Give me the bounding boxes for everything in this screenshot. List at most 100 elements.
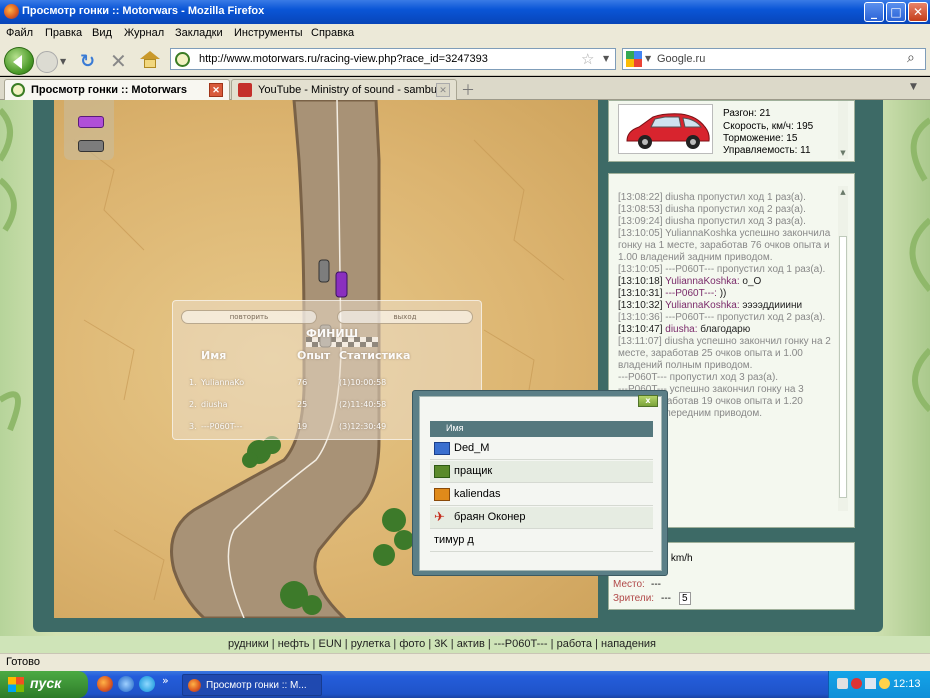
car-purple-icon[interactable] <box>78 116 104 128</box>
window-title-bar[interactable]: Просмотр гонки :: Motorwars - Mozilla Fi… <box>0 0 930 24</box>
footer-separator: | <box>341 638 351 650</box>
network-tray-icon[interactable] <box>837 678 848 689</box>
chat-message: [13:10:31] ---P060T---: )) <box>618 288 836 300</box>
spectator-name[interactable]: пращик <box>454 465 492 477</box>
scroll-up-icon[interactable]: ▲ <box>838 188 848 196</box>
url-dropdown-icon[interactable]: ▼ <box>603 54 609 63</box>
update-tray-icon[interactable] <box>879 678 890 689</box>
tab-motorwars[interactable]: Просмотр гонки :: Motorwars ✕ <box>4 79 230 100</box>
result-exp: 19 <box>297 422 308 431</box>
chat-time: [13:08:22] <box>618 192 663 203</box>
car-info-scrollbar[interactable]: ▼ <box>838 101 848 159</box>
back-icon[interactable] <box>4 47 34 75</box>
chat-scroll-thumb[interactable] <box>839 236 847 498</box>
chat-nick[interactable]: YuliannaKoshka: <box>665 300 740 311</box>
forward-icon[interactable] <box>36 51 58 73</box>
user-badge-icon <box>434 465 450 478</box>
footer-link[interactable]: нефть <box>278 638 310 650</box>
scroll-down-icon[interactable]: ▼ <box>838 149 848 157</box>
bookmark-star-icon[interactable]: ☆ <box>581 50 594 68</box>
place-value: --- <box>651 579 661 590</box>
menu-edit[interactable]: Правка <box>45 27 82 39</box>
home-icon[interactable] <box>140 51 160 69</box>
windows-logo-icon <box>8 677 24 692</box>
search-engine-dropdown-icon[interactable]: ▼ <box>645 54 651 63</box>
chat-scrollbar[interactable]: ▲ <box>838 186 848 511</box>
exit-button[interactable]: выход <box>337 310 473 324</box>
tab-youtube[interactable]: YouTube - Ministry of sound - sambuca ✕ <box>231 79 457 100</box>
result-exp: 25 <box>297 400 308 409</box>
footer-link[interactable]: рудники <box>228 638 269 650</box>
spectator-name[interactable]: kaliendas <box>454 488 500 500</box>
chat-text: o_O <box>742 276 762 287</box>
footer-link[interactable]: EUN <box>318 638 341 650</box>
footer-link[interactable]: 3K <box>434 638 447 650</box>
chat-message: [13:08:53] diusha пропустил ход 2 раз(а)… <box>618 204 836 216</box>
url-bar[interactable]: http://www.motorwars.ru/racing-view.php?… <box>170 48 616 70</box>
place-label: Место: <box>613 579 645 590</box>
close-tab-icon[interactable]: ✕ <box>209 83 223 97</box>
security-tray-icon[interactable] <box>851 678 862 689</box>
history-dropdown-icon[interactable]: ▼ <box>60 57 66 66</box>
close-button[interactable]: ✕ <box>908 2 928 22</box>
new-tab-icon[interactable]: ＋ <box>461 80 475 100</box>
result-exp: 76 <box>297 378 308 387</box>
chat-nick[interactable]: diusha: <box>665 324 697 335</box>
repeat-button[interactable]: повторить <box>181 310 317 324</box>
close-popup-button[interactable]: x <box>638 395 658 407</box>
spectator-name[interactable]: браян Оконер <box>454 511 526 523</box>
chat-nick[interactable]: YuliannaKoshka: <box>665 276 740 287</box>
col-stats-header: Статистика <box>339 349 411 362</box>
volume-tray-icon[interactable] <box>865 678 876 689</box>
footer-link[interactable]: нападения <box>601 638 656 650</box>
car-selector-panel <box>64 100 114 160</box>
search-icon[interactable]: ⌕ <box>907 50 915 66</box>
maximize-button[interactable]: □ <box>886 2 906 22</box>
col-exp-header: Опыт <box>297 349 331 362</box>
menu-history[interactable]: Журнал <box>124 27 164 39</box>
menu-view[interactable]: Вид <box>92 27 112 39</box>
car-grey-icon[interactable] <box>78 140 104 152</box>
minimize-button[interactable]: _ <box>864 2 884 22</box>
spectator-name[interactable]: тимур д <box>434 534 474 546</box>
result-stats: (2)11:40:58 <box>339 400 387 409</box>
tab-list-icon[interactable]: ▼ <box>910 82 917 92</box>
menu-file[interactable]: Файл <box>6 27 33 39</box>
spectators-count-button[interactable]: 5 <box>679 592 691 605</box>
start-button[interactable]: пуск <box>0 671 88 698</box>
chat-time: [13:10:31] <box>618 288 663 299</box>
spectator-name[interactable]: Ded_M <box>454 442 489 454</box>
footer-link[interactable]: фото <box>399 638 425 650</box>
bird-icon: ✈ <box>434 509 445 524</box>
tab-label: YouTube - Ministry of sound - sambuca <box>258 84 449 96</box>
result-pos: 2. <box>189 400 197 409</box>
spectator-row[interactable]: Ded_M <box>430 438 653 460</box>
menu-help[interactable]: Справка <box>311 27 354 39</box>
chat-nick[interactable]: ---P060T---: <box>665 288 717 299</box>
menu-bookmarks[interactable]: Закладки <box>175 27 223 39</box>
spectator-row[interactable]: пращик <box>430 461 653 483</box>
menu-tools[interactable]: Инструменты <box>234 27 303 39</box>
spectator-row[interactable]: kaliendas <box>430 484 653 506</box>
taskbar-item-firefox[interactable]: Просмотр гонки :: M... <box>182 674 322 696</box>
stop-icon[interactable]: ✕ <box>110 49 127 73</box>
search-bar[interactable]: ▼ Google.ru ⌕ <box>622 48 926 70</box>
spectator-row[interactable]: тимур д <box>430 530 653 552</box>
reload-icon[interactable]: ↻ <box>80 51 95 72</box>
skype-quicklaunch-icon[interactable] <box>139 676 155 692</box>
quicklaunch-overflow-icon[interactable]: » <box>162 674 169 687</box>
chat-text: diusha пропустил ход 3 раз(а). <box>665 216 806 227</box>
ie-quicklaunch-icon[interactable] <box>118 676 134 692</box>
footer-link[interactable]: актив <box>457 638 485 650</box>
chat-time: [13:10:05] <box>618 228 663 239</box>
spectator-row[interactable]: ✈ браян Оконер <box>430 507 653 529</box>
close-tab-icon[interactable]: ✕ <box>436 83 450 97</box>
footer-link[interactable]: работа <box>557 638 592 650</box>
chat-message: [13:10:36] ---P060T--- пропустил ход 2 р… <box>618 312 836 324</box>
google-icon[interactable] <box>626 51 642 67</box>
search-text[interactable]: Google.ru <box>657 53 705 65</box>
firefox-quicklaunch-icon[interactable] <box>97 676 113 692</box>
footer-link[interactable]: рулетка <box>351 638 391 650</box>
url-text[interactable]: http://www.motorwars.ru/racing-view.php?… <box>199 53 488 65</box>
footer-link[interactable]: ---P060T--- <box>494 638 548 650</box>
